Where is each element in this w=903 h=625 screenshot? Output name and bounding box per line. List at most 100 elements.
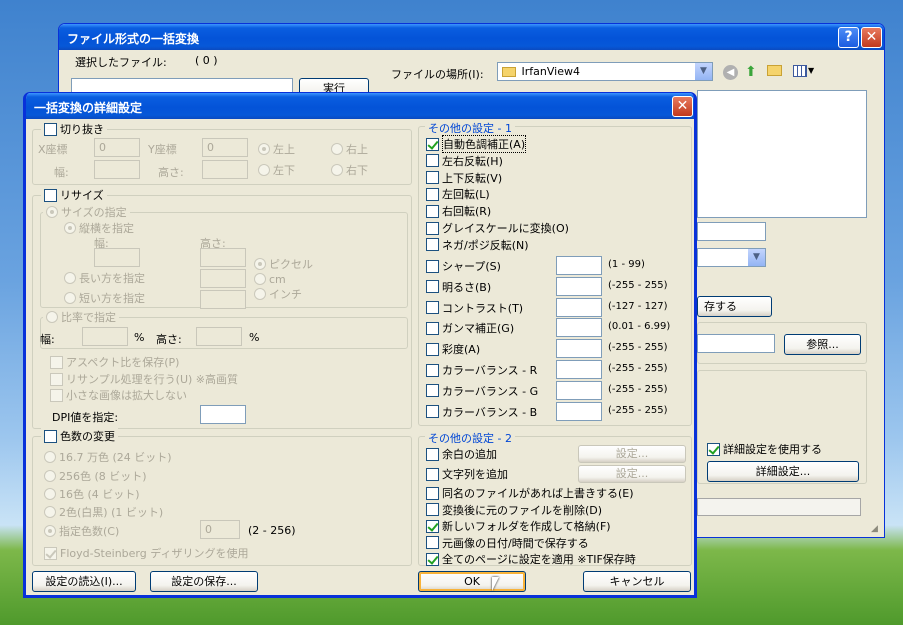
bg-field-1[interactable] — [697, 222, 766, 241]
anchor-top-right[interactable]: 右上 — [331, 141, 368, 157]
other1-check-2[interactable]: 上下反転(V) — [426, 170, 502, 186]
other1-check-box-6[interactable] — [426, 238, 439, 252]
color-24bit-radio[interactable] — [44, 451, 56, 463]
unit-pixel-radio[interactable]: ピクセル — [254, 256, 313, 272]
keep-aspect-checkbox[interactable]: アスペクト比を保存(P) — [50, 354, 179, 370]
other2-check-box-1[interactable] — [426, 503, 439, 516]
bg-select-1[interactable]: ▼ — [697, 248, 766, 267]
save-settings-button[interactable]: 設定の保存... — [150, 571, 258, 592]
no-enlarge-checkbox[interactable]: 小さな画像は拡大しない — [50, 387, 187, 403]
add-margin-check-box[interactable] — [426, 447, 439, 461]
adjust-check-box-0[interactable] — [426, 259, 439, 273]
up-folder-icon[interactable]: ⬆ — [745, 64, 757, 80]
adjust-check-7[interactable]: カラーバランス - B — [426, 404, 537, 420]
color-option-4bit[interactable]: 16色 (4 ビット) — [44, 486, 140, 502]
dialog-close-icon[interactable]: ✕ — [672, 96, 693, 117]
anchor-bottom-right-radio[interactable] — [331, 164, 343, 176]
dpi-input[interactable] — [200, 405, 246, 424]
adjust-input-3[interactable] — [556, 318, 602, 338]
anchor-top-left[interactable]: 左上 — [258, 141, 295, 157]
adjust-input-7[interactable] — [556, 401, 602, 421]
wh-spec-radio[interactable]: 縦横を指定 — [64, 220, 134, 236]
other1-check-box-2[interactable] — [426, 171, 439, 185]
ok-button[interactable]: OK — [418, 571, 526, 592]
crop-w-input[interactable] — [94, 160, 140, 179]
other2-check-box-3[interactable] — [426, 536, 439, 549]
adjust-check-6[interactable]: カラーバランス - G — [426, 383, 538, 399]
long-side-input[interactable] — [200, 269, 246, 288]
ratio-spec-radio-button[interactable] — [46, 311, 58, 323]
other2-check-0[interactable]: 同名のファイルがあれば上書きする(E) — [426, 485, 634, 501]
dither-check-box[interactable] — [44, 546, 57, 560]
other1-check-3[interactable]: 左回転(L) — [426, 186, 490, 202]
adjust-input-4[interactable] — [556, 339, 602, 359]
crop-check-box[interactable] — [44, 122, 57, 136]
back-icon[interactable]: ◀ — [723, 65, 738, 80]
ratio-spec-radio[interactable]: 比率で指定 — [43, 309, 119, 325]
color-custom-radio[interactable] — [44, 525, 56, 537]
unit-cm-radio[interactable]: cm — [254, 271, 286, 287]
dither-checkbox[interactable]: Floyd-Steinberg ディザリングを使用 — [44, 545, 248, 561]
long-side-radio[interactable]: 長い方を指定 — [64, 270, 145, 286]
add-text-check-box[interactable] — [426, 467, 439, 481]
adjust-check-1[interactable]: 明るさ(B) — [426, 279, 491, 295]
resample-checkbox[interactable]: リサンプル処理を行う(U) ※高画質 — [50, 371, 238, 387]
adjust-check-2[interactable]: コントラスト(T) — [426, 300, 523, 316]
other1-check-box-4[interactable] — [426, 204, 439, 218]
load-settings-button[interactable]: 設定の読込(I)... — [32, 571, 136, 592]
output-folder-input[interactable] — [697, 334, 775, 353]
resize-checkbox[interactable]: リサイズ — [41, 187, 107, 203]
crop-h-input[interactable] — [202, 160, 248, 179]
margin-settings-button[interactable]: 設定... — [578, 445, 686, 463]
adjust-input-0[interactable] — [556, 256, 602, 275]
other1-check-6[interactable]: ネガ/ポジ反転(N) — [426, 237, 529, 253]
color-8bit-radio[interactable] — [44, 470, 56, 482]
adjust-check-0[interactable]: シャープ(S) — [426, 258, 501, 274]
adjust-check-box-7[interactable] — [426, 405, 439, 419]
color-1bit-radio[interactable] — [44, 506, 56, 518]
cancel-button[interactable]: キャンセル — [583, 571, 691, 592]
crop-y-input[interactable]: 0 — [202, 138, 248, 157]
anchor-bottom-left[interactable]: 左下 — [258, 162, 295, 178]
color-option-custom[interactable]: 指定色数(C) — [44, 523, 119, 539]
adjust-input-5[interactable] — [556, 360, 602, 379]
use-advanced-checkbox[interactable]: 詳細設定を使用する — [707, 441, 822, 457]
other2-check-1[interactable]: 変換後に元のファイルを削除(D) — [426, 502, 602, 518]
anchor-bottom-left-radio[interactable] — [258, 164, 270, 176]
file-list-pane[interactable] — [697, 90, 867, 218]
short-side-radio[interactable]: 短い方を指定 — [64, 290, 145, 306]
color-option-24bit[interactable]: 16.7 万色 (24 ビット) — [44, 449, 172, 465]
advanced-settings-button[interactable]: 詳細設定... — [707, 461, 859, 482]
other2-check-box-4[interactable] — [426, 552, 439, 566]
other1-check-box-5[interactable] — [426, 221, 439, 235]
convert-button[interactable]: 存する — [697, 296, 772, 317]
resize-check-box[interactable] — [44, 188, 57, 202]
other2-check-2[interactable]: 新しいフォルダを作成して格納(F) — [426, 518, 611, 534]
resize-w-input[interactable] — [94, 248, 140, 267]
adjust-check-box-4[interactable] — [426, 342, 439, 356]
keep-aspect-check-box[interactable] — [50, 355, 63, 369]
use-advanced-check-box[interactable] — [707, 442, 720, 456]
unit-pixel-radio-button[interactable] — [254, 258, 266, 270]
short-side-input[interactable] — [200, 290, 246, 309]
adjust-check-box-5[interactable] — [426, 363, 439, 377]
add-margin-checkbox[interactable]: 余白の追加 — [426, 446, 497, 462]
new-folder-icon[interactable] — [767, 65, 782, 76]
other2-check-3[interactable]: 元画像の日付/時間で保存する — [426, 535, 589, 551]
anchor-bottom-right[interactable]: 右下 — [331, 162, 368, 178]
chevron-down-icon[interactable]: ▼ — [748, 249, 765, 266]
other1-check-1[interactable]: 左右反転(H) — [426, 153, 503, 169]
anchor-top-right-radio[interactable] — [331, 143, 343, 155]
file-location-select[interactable]: IrfanView4 ▼ — [497, 62, 713, 81]
text-settings-button[interactable]: 設定... — [578, 465, 686, 483]
help-icon[interactable]: ? — [838, 27, 859, 48]
crop-x-input[interactable]: 0 — [94, 138, 140, 157]
resample-check-box[interactable] — [50, 372, 63, 386]
adjust-input-2[interactable] — [556, 297, 602, 317]
colors-checkbox[interactable]: 色数の変更 — [41, 428, 118, 444]
adjust-input-6[interactable] — [556, 380, 602, 400]
adjust-check-5[interactable]: カラーバランス - R — [426, 362, 537, 378]
color-option-8bit[interactable]: 256色 (8 ビット) — [44, 468, 147, 484]
view-menu-icon[interactable] — [793, 65, 807, 77]
other1-check-0[interactable]: 自動色調補正(A) — [426, 135, 527, 153]
